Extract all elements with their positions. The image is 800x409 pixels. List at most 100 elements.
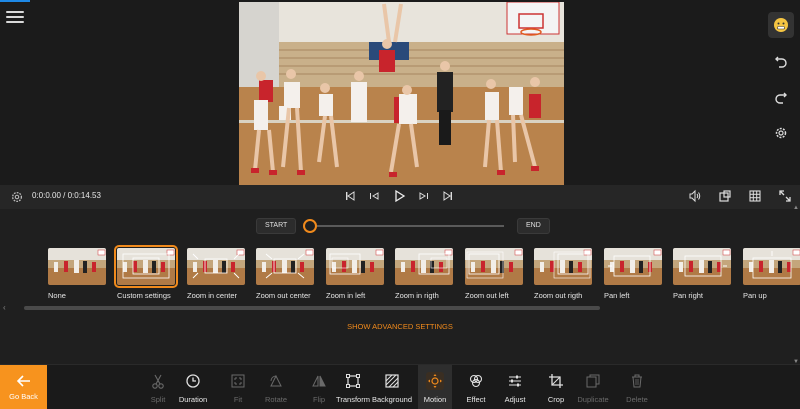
motion-preset-item[interactable]: Zoom in center xyxy=(187,248,247,300)
tool-label: Fit xyxy=(233,394,243,404)
motion-preset-thumbnail[interactable] xyxy=(743,248,800,285)
tool-rotate-button[interactable]: Rotate xyxy=(260,365,292,409)
duplicate-icon xyxy=(584,372,602,390)
tool-effect-button[interactable]: Effect xyxy=(459,365,493,409)
redo-button[interactable] xyxy=(768,84,794,110)
tool-split-button[interactable]: Split xyxy=(144,365,172,409)
tool-flip-button[interactable]: Flip xyxy=(305,365,333,409)
motion-range-handle[interactable] xyxy=(303,219,317,233)
motion-preset-item[interactable]: Pan left xyxy=(604,248,664,300)
tool-label: Split xyxy=(150,394,166,404)
volume-icon[interactable] xyxy=(688,189,702,203)
trash-icon xyxy=(628,372,646,390)
emoji-feedback-button[interactable] xyxy=(768,12,794,38)
motion-preset-label: Pan left xyxy=(604,291,630,300)
player-controls: 0:0:0.00 / 0:0:14.53 xyxy=(0,185,800,209)
motion-preset-thumbnail[interactable] xyxy=(256,248,314,285)
aspect-ratio-icon[interactable] xyxy=(718,189,732,203)
menu-button[interactable] xyxy=(4,8,26,26)
adjust-icon xyxy=(506,372,524,390)
motion-preset-label: Zoom out center xyxy=(256,291,311,300)
motion-preset-thumbnail[interactable] xyxy=(395,248,453,285)
effect-icon xyxy=(467,372,485,390)
background-icon xyxy=(383,372,401,390)
video-preview xyxy=(239,2,564,185)
motion-preset-item[interactable]: Pan right xyxy=(673,248,733,300)
motion-preset-item[interactable]: Pan up xyxy=(743,248,800,300)
motion-preset-item[interactable]: Zoom out left xyxy=(465,248,525,300)
motion-preset-item[interactable]: Zoom out center xyxy=(256,248,316,300)
motion-preset-label: Zoom in left xyxy=(326,291,366,300)
play-icon[interactable] xyxy=(392,189,406,203)
motion-preset-thumbnail[interactable] xyxy=(114,245,178,288)
motion-preset-item[interactable]: Zoom in left xyxy=(326,248,386,300)
tool-fit-button[interactable]: Fit xyxy=(224,365,252,409)
undo-icon xyxy=(775,56,787,68)
preview-settings-button[interactable] xyxy=(10,190,24,209)
tool-transform-button[interactable]: Transform xyxy=(333,365,373,409)
motion-preset-label: Pan right xyxy=(673,291,704,300)
skip-to-start-icon[interactable] xyxy=(344,190,356,202)
flip-icon xyxy=(310,372,328,390)
motion-preset-item[interactable]: Custom settings xyxy=(114,245,178,300)
tool-label: Duration xyxy=(178,394,208,404)
preset-preview-image xyxy=(326,248,384,285)
preset-preview-image xyxy=(48,248,106,285)
redo-icon xyxy=(775,92,787,104)
end-button[interactable]: END xyxy=(517,218,550,234)
vertical-scrollbar[interactable]: ▲ ▼ xyxy=(793,205,800,365)
tool-label: Effect xyxy=(466,394,486,404)
tool-duration-button[interactable]: Duration xyxy=(174,365,212,409)
fit-icon xyxy=(229,372,247,390)
motion-preset-thumbnail[interactable] xyxy=(187,248,245,285)
motion-preset-thumbnail[interactable] xyxy=(673,248,731,285)
motion-preset-thumbnail[interactable] xyxy=(465,248,523,285)
preset-preview-image xyxy=(395,248,453,285)
tool-adjust-button[interactable]: Adjust xyxy=(498,365,532,409)
tool-crop-button[interactable]: Crop xyxy=(541,365,571,409)
motion-preset-thumbnail[interactable] xyxy=(534,248,592,285)
start-button[interactable]: START xyxy=(256,218,297,234)
tool-delete-button[interactable]: Delete xyxy=(622,365,652,409)
scroll-left-arrow-icon[interactable]: ‹ xyxy=(3,303,6,312)
next-frame-icon[interactable] xyxy=(418,190,430,202)
crop-icon xyxy=(547,372,565,390)
motion-preset-thumbnail[interactable] xyxy=(326,248,384,285)
motion-preset-item[interactable]: None xyxy=(48,248,108,300)
playback-time: 0:0:0.00 / 0:0:14.53 xyxy=(32,191,101,200)
tool-duplicate-button[interactable]: Duplicate xyxy=(574,365,612,409)
scroll-up-arrow-icon[interactable]: ▲ xyxy=(793,205,799,211)
motion-presets-list: None Custom settings Zoom in center Zoom ou… xyxy=(0,245,800,304)
preset-preview-image xyxy=(604,248,662,285)
skip-to-end-icon[interactable] xyxy=(442,190,454,202)
preset-preview-image xyxy=(117,248,175,285)
tool-label: Background xyxy=(371,394,413,404)
window-accent-bar xyxy=(0,0,30,2)
motion-preset-thumbnail[interactable] xyxy=(604,248,662,285)
previous-frame-icon[interactable] xyxy=(368,190,380,202)
go-back-button[interactable]: Go Back xyxy=(0,365,47,409)
arrow-left-icon xyxy=(16,375,30,387)
motion-preset-item[interactable]: Zoom out rigth xyxy=(534,248,594,300)
fullscreen-icon[interactable] xyxy=(778,189,792,203)
settings-button[interactable] xyxy=(768,120,794,146)
tool-background-button[interactable]: Background xyxy=(370,365,414,409)
transport-controls xyxy=(344,189,454,203)
grid-icon[interactable] xyxy=(748,189,762,203)
show-advanced-settings-link[interactable]: SHOW ADVANCED SETTINGS xyxy=(0,322,800,331)
preset-preview-image xyxy=(673,248,731,285)
tool-label: Crop xyxy=(547,394,565,404)
horizontal-scrollbar[interactable] xyxy=(24,306,600,310)
motion-icon xyxy=(426,371,444,390)
tool-label: Duplicate xyxy=(577,394,609,404)
video-editor-app: 0:0:0.00 / 0:0:14.53 START END None Cust… xyxy=(0,0,800,409)
motion-preset-thumbnail[interactable] xyxy=(48,248,106,285)
tool-motion-button[interactable]: Motion xyxy=(418,365,452,409)
motion-range-track[interactable] xyxy=(304,225,504,227)
undo-button[interactable] xyxy=(768,48,794,74)
tool-label: Delete xyxy=(626,394,648,404)
video-frame-image xyxy=(239,2,564,185)
gear-icon xyxy=(11,191,23,203)
motion-preset-item[interactable]: Zoom in rigth xyxy=(395,248,455,300)
tool-label: Transform xyxy=(336,394,370,404)
